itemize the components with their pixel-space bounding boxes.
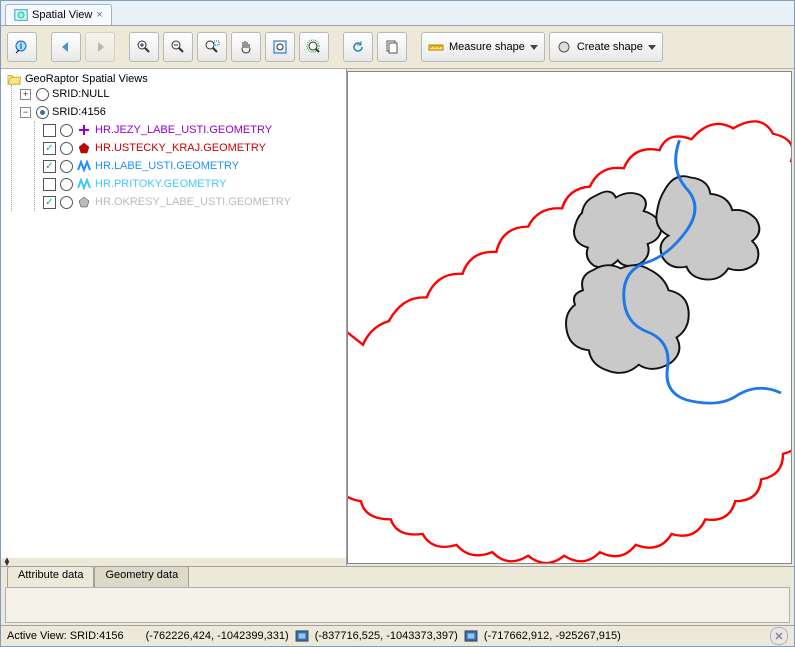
tab-title: Spatial View <box>32 9 92 21</box>
main-area: GeoRaptor Spatial Views + SRID:NULL − SR… <box>1 69 794 566</box>
top-tabstrip: Spatial View × <box>1 1 794 26</box>
layer-label: HR.OKRESY_LABE_USTI.GEOMETRY <box>95 196 291 208</box>
extent-icon <box>464 630 478 642</box>
tree-root[interactable]: GeoRaptor Spatial Views <box>7 73 340 85</box>
status-bar: Active View: SRID:4156 (-762226,424, -10… <box>1 625 794 646</box>
toolbar: i Measure shape Create shape <box>1 26 794 69</box>
globe-icon <box>14 8 28 22</box>
extent-icon <box>295 630 309 642</box>
layer-row[interactable]: ✓ HR.USTECKY_KRAJ.GEOMETRY <box>43 139 340 157</box>
tab-attribute-data[interactable]: Attribute data <box>7 566 94 587</box>
status-coord-1: (-762226,424, -1042399,331) <box>146 630 289 642</box>
create-shape-dropdown[interactable]: Create shape <box>549 32 663 62</box>
copy-image-button[interactable] <box>377 32 407 62</box>
checkbox-icon[interactable] <box>43 178 56 191</box>
radio-icon[interactable] <box>60 124 73 137</box>
tab-spatial-view[interactable]: Spatial View × <box>5 4 112 25</box>
map-canvas[interactable] <box>347 71 792 564</box>
layer-symbol-icon <box>77 123 91 137</box>
forward-button[interactable] <box>85 32 115 62</box>
refresh-button[interactable] <box>343 32 373 62</box>
layer-label: HR.JEZY_LABE_USTI.GEOMETRY <box>95 124 272 136</box>
srid-null-label: SRID:NULL <box>52 88 109 100</box>
app-window: Spatial View × i Measure shape Create sh… <box>0 0 795 647</box>
layer-row[interactable]: ✓ HR.OKRESY_LABE_USTI.GEOMETRY <box>43 193 340 211</box>
data-panel <box>5 587 790 623</box>
measure-shape-dropdown[interactable]: Measure shape <box>421 32 545 62</box>
cancel-button[interactable] <box>770 627 788 645</box>
layer-symbol-icon <box>77 159 91 173</box>
close-icon[interactable]: × <box>96 9 102 21</box>
layer-row[interactable]: HR.JEZY_LABE_USTI.GEOMETRY <box>43 121 340 139</box>
status-coord-2: (-837716,525, -1043373,397) <box>315 630 458 642</box>
checkbox-icon[interactable]: ✓ <box>43 196 56 209</box>
radio-icon[interactable] <box>60 178 73 191</box>
layer-row[interactable]: ✓ HR.LABE_USTI.GEOMETRY <box>43 157 340 175</box>
layer-symbol-icon <box>77 177 91 191</box>
lower-panel: Attribute data Geometry data <box>1 566 794 625</box>
chevron-down-icon <box>648 45 656 50</box>
radio-icon[interactable] <box>60 160 73 173</box>
layer-row[interactable]: HR.PRITOKY.GEOMETRY <box>43 175 340 193</box>
layer-symbol-icon <box>77 195 91 209</box>
create-shape-label: Create shape <box>577 41 643 53</box>
status-active-view: Active View: SRID:4156 <box>7 630 124 642</box>
checkbox-icon[interactable]: ✓ <box>43 142 56 155</box>
collapse-icon[interactable]: − <box>20 107 31 118</box>
srid-4156-label: SRID:4156 <box>52 106 106 118</box>
zoom-box-button[interactable] <box>197 32 227 62</box>
expand-icon[interactable]: + <box>20 89 31 100</box>
layer-sidebar: GeoRaptor Spatial Views + SRID:NULL − SR… <box>1 69 347 566</box>
checkbox-icon[interactable] <box>43 124 56 137</box>
zoom-full-button[interactable] <box>265 32 295 62</box>
back-button[interactable] <box>51 32 81 62</box>
radio-icon[interactable] <box>60 142 73 155</box>
layer-label: HR.LABE_USTI.GEOMETRY <box>95 160 239 172</box>
status-coord-3: (-717662,912, -925267,915) <box>484 630 621 642</box>
layer-symbol-icon <box>77 141 91 155</box>
zoom-in-button[interactable] <box>129 32 159 62</box>
horizontal-splitter[interactable]: ▲▼ <box>1 558 346 566</box>
radio-icon[interactable] <box>36 106 49 119</box>
identify-button[interactable]: i <box>7 32 37 62</box>
measure-shape-label: Measure shape <box>449 41 525 53</box>
tab-geometry-data[interactable]: Geometry data <box>94 566 189 587</box>
tree-root-label: GeoRaptor Spatial Views <box>25 73 148 85</box>
tree-node-srid-4156[interactable]: − SRID:4156 <box>20 103 340 121</box>
tree-node-srid-null[interactable]: + SRID:NULL <box>20 85 340 103</box>
layer-tree: GeoRaptor Spatial Views + SRID:NULL − SR… <box>1 69 346 558</box>
layer-label: HR.USTECKY_KRAJ.GEOMETRY <box>95 142 266 154</box>
zoom-layer-button[interactable] <box>299 32 329 62</box>
chevron-down-icon <box>530 45 538 50</box>
layer-label: HR.PRITOKY.GEOMETRY <box>95 178 226 190</box>
checkbox-icon[interactable]: ✓ <box>43 160 56 173</box>
splitter-arrows-icon: ▲▼ <box>3 558 11 566</box>
radio-icon[interactable] <box>36 88 49 101</box>
data-tabstrip: Attribute data Geometry data <box>1 567 794 587</box>
svg-text:i: i <box>20 41 23 51</box>
folder-icon <box>7 73 21 85</box>
zoom-out-button[interactable] <box>163 32 193 62</box>
radio-icon[interactable] <box>60 196 73 209</box>
pan-button[interactable] <box>231 32 261 62</box>
